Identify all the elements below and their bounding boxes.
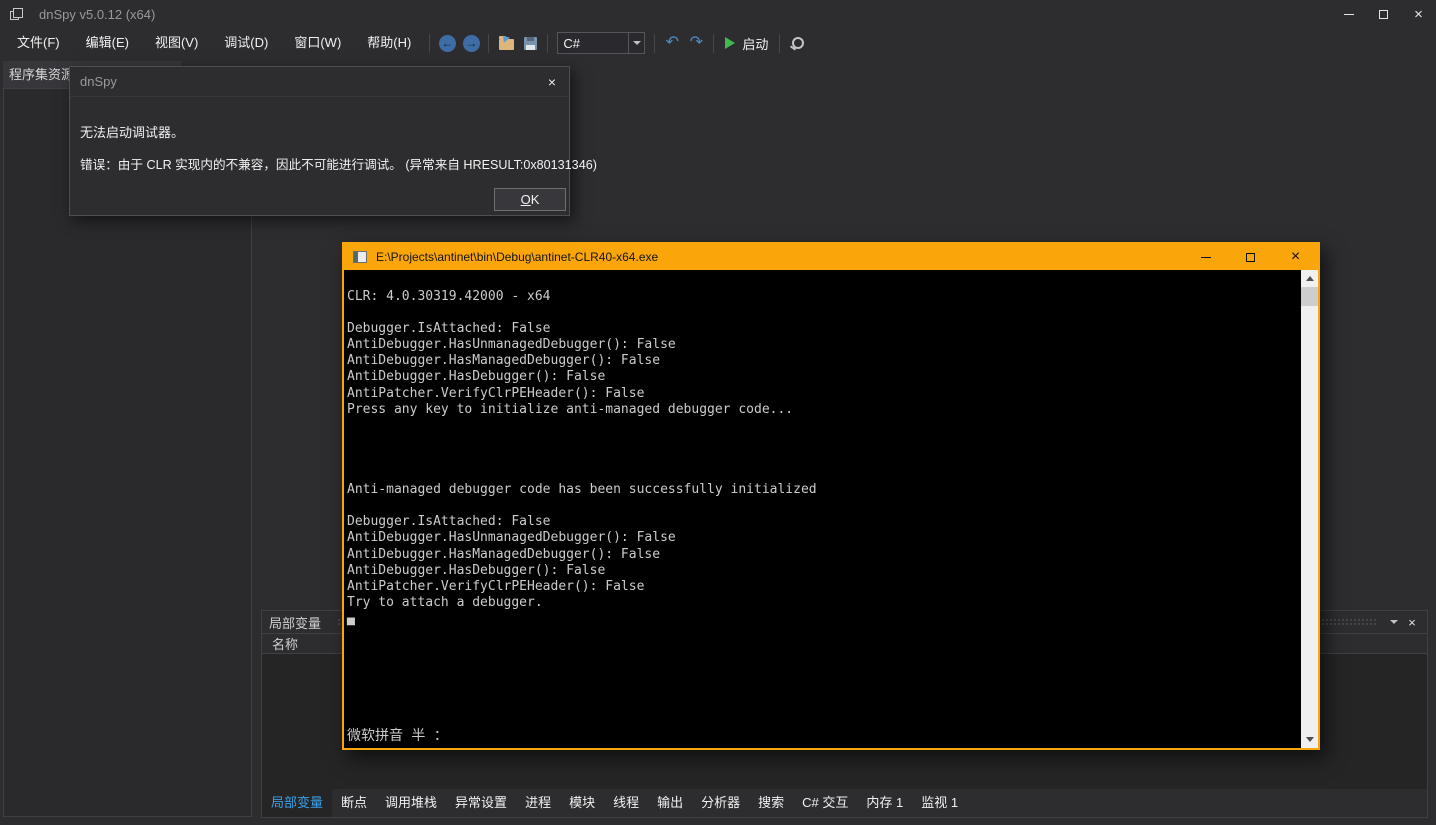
- scrollbar-thumb[interactable]: [1301, 287, 1318, 306]
- save-icon: [523, 36, 537, 50]
- column-header-name[interactable]: 名称: [262, 634, 298, 653]
- error-dialog: dnSpy × 无法启动调试器。 错误：由于 CLR 实现内的不兼容，因此不可能…: [69, 66, 597, 216]
- minimize-icon: [1343, 13, 1354, 15]
- console-body[interactable]: CLR: 4.0.30319.42000 - x64 Debugger.IsAt…: [344, 270, 1318, 748]
- dialog-message-error: 错误：由于 CLR 实现内的不兼容，因此不可能进行调试。 (异常来自 HRESU…: [80, 158, 597, 172]
- tab-output[interactable]: 输出: [648, 789, 692, 817]
- panel-menu-button[interactable]: [1385, 613, 1403, 631]
- tab-threads[interactable]: 线程: [604, 789, 648, 817]
- undo-icon: ↶: [665, 34, 680, 51]
- tab-locals[interactable]: 局部变量: [262, 789, 333, 817]
- forward-icon: →: [462, 34, 480, 52]
- maximize-icon: [1379, 9, 1388, 19]
- dialog-title: dnSpy: [80, 74, 117, 89]
- tab-memory-1[interactable]: 内存 1: [857, 789, 912, 817]
- play-icon: [725, 37, 736, 49]
- locals-panel-title: 局部变量: [269, 615, 322, 631]
- toolbar-separator: [713, 33, 715, 53]
- dialog-titlebar[interactable]: dnSpy ×: [70, 67, 569, 97]
- console-app-icon: [353, 251, 367, 263]
- tab-search[interactable]: 搜索: [749, 789, 793, 817]
- tab-csharp-interactive[interactable]: C# 交互: [793, 789, 857, 817]
- chevron-down-icon: [632, 41, 641, 45]
- scroll-down-button[interactable]: [1301, 731, 1318, 748]
- scroll-up-button[interactable]: [1301, 270, 1318, 287]
- ime-status-line: 微软拼音 半 ：: [347, 728, 448, 744]
- start-debugging-button[interactable]: 启动: [719, 34, 774, 53]
- close-button[interactable]: ×: [1401, 0, 1436, 28]
- tab-watch-1[interactable]: 监视 1: [912, 789, 967, 817]
- menu-edit[interactable]: 编辑(E): [73, 28, 142, 58]
- close-icon: ×: [547, 73, 557, 90]
- menu-help[interactable]: 帮助(H): [354, 28, 424, 58]
- close-icon: ×: [1290, 248, 1301, 265]
- menu-view[interactable]: 视图(V): [142, 28, 211, 58]
- console-scrollbar[interactable]: [1301, 270, 1318, 748]
- menu-file[interactable]: 文件(F): [4, 28, 73, 58]
- tab-processes[interactable]: 进程: [516, 789, 560, 817]
- toolbar-separator: [488, 33, 490, 53]
- start-label: 启动: [742, 36, 769, 52]
- console-maximize-button[interactable]: [1228, 244, 1273, 270]
- tab-breakpoints[interactable]: 断点: [332, 789, 376, 817]
- maximize-button[interactable]: [1366, 0, 1401, 28]
- language-value: C#: [563, 35, 580, 51]
- search-icon: [789, 35, 805, 51]
- titlebar: dnSpy v5.0.12 (x64) ×: [0, 0, 1436, 28]
- bottom-tab-strip: 局部变量 断点 调用堆栈 异常设置 进程 模块 线程 输出 分析器 搜索 C# …: [262, 789, 1427, 817]
- back-icon: ←: [438, 34, 456, 52]
- console-window: E:\Projects\antinet\bin\Debug\antinet-CL…: [342, 242, 1320, 750]
- dialog-message-primary: 无法启动调试器。: [80, 125, 185, 140]
- menu-window[interactable]: 窗口(W): [281, 28, 354, 58]
- toolbar-separator: [654, 33, 656, 53]
- navigate-back-button[interactable]: ←: [435, 31, 459, 55]
- tab-call-stack[interactable]: 调用堆栈: [376, 789, 446, 817]
- dialog-close-button[interactable]: ×: [535, 67, 569, 97]
- scroll-down-icon: [1305, 737, 1314, 742]
- minimize-button[interactable]: [1331, 0, 1366, 28]
- panel-close-button[interactable]: ×: [1403, 613, 1421, 631]
- close-icon: ×: [1414, 5, 1423, 23]
- tab-exception-settings[interactable]: 异常设置: [446, 789, 516, 817]
- close-icon: ×: [1408, 614, 1416, 630]
- tab-modules[interactable]: 模块: [560, 789, 604, 817]
- console-titlebar[interactable]: E:\Projects\antinet\bin\Debug\antinet-CL…: [344, 244, 1318, 270]
- open-folder-icon: [498, 36, 514, 50]
- chevron-down-icon: [1390, 620, 1398, 624]
- redo-icon: ↷: [689, 34, 704, 51]
- combo-dropdown-button[interactable]: [628, 33, 644, 53]
- minimize-icon: [1200, 256, 1211, 258]
- toolbar-separator: [779, 33, 781, 53]
- toolbar-separator: [547, 33, 549, 53]
- search-button[interactable]: [785, 31, 809, 55]
- tab-analyzer[interactable]: 分析器: [692, 789, 749, 817]
- language-combobox[interactable]: C#: [557, 32, 646, 54]
- navigate-forward-button[interactable]: →: [459, 31, 483, 55]
- toolbar-separator: [429, 33, 431, 53]
- menu-debug[interactable]: 调试(D): [211, 28, 281, 58]
- console-output-text: CLR: 4.0.30319.42000 - x64 Debugger.IsAt…: [347, 289, 817, 626]
- undo-button[interactable]: ↶: [660, 31, 684, 55]
- menubar: 文件(F) 编辑(E) 视图(V) 调试(D) 窗口(W) 帮助(H) ← → …: [0, 28, 1436, 58]
- maximize-icon: [1246, 252, 1255, 262]
- ok-button[interactable]: OK: [494, 188, 566, 211]
- console-close-button[interactable]: ×: [1273, 244, 1318, 270]
- scroll-up-icon: [1305, 276, 1314, 281]
- dnspy-app-icon: [10, 7, 25, 21]
- save-all-button[interactable]: [518, 31, 542, 55]
- console-minimize-button[interactable]: [1183, 244, 1228, 270]
- window-title: dnSpy v5.0.12 (x64): [39, 6, 156, 22]
- redo-button[interactable]: ↷: [684, 31, 708, 55]
- open-file-button[interactable]: [494, 31, 518, 55]
- console-title: E:\Projects\antinet\bin\Debug\antinet-CL…: [376, 250, 659, 264]
